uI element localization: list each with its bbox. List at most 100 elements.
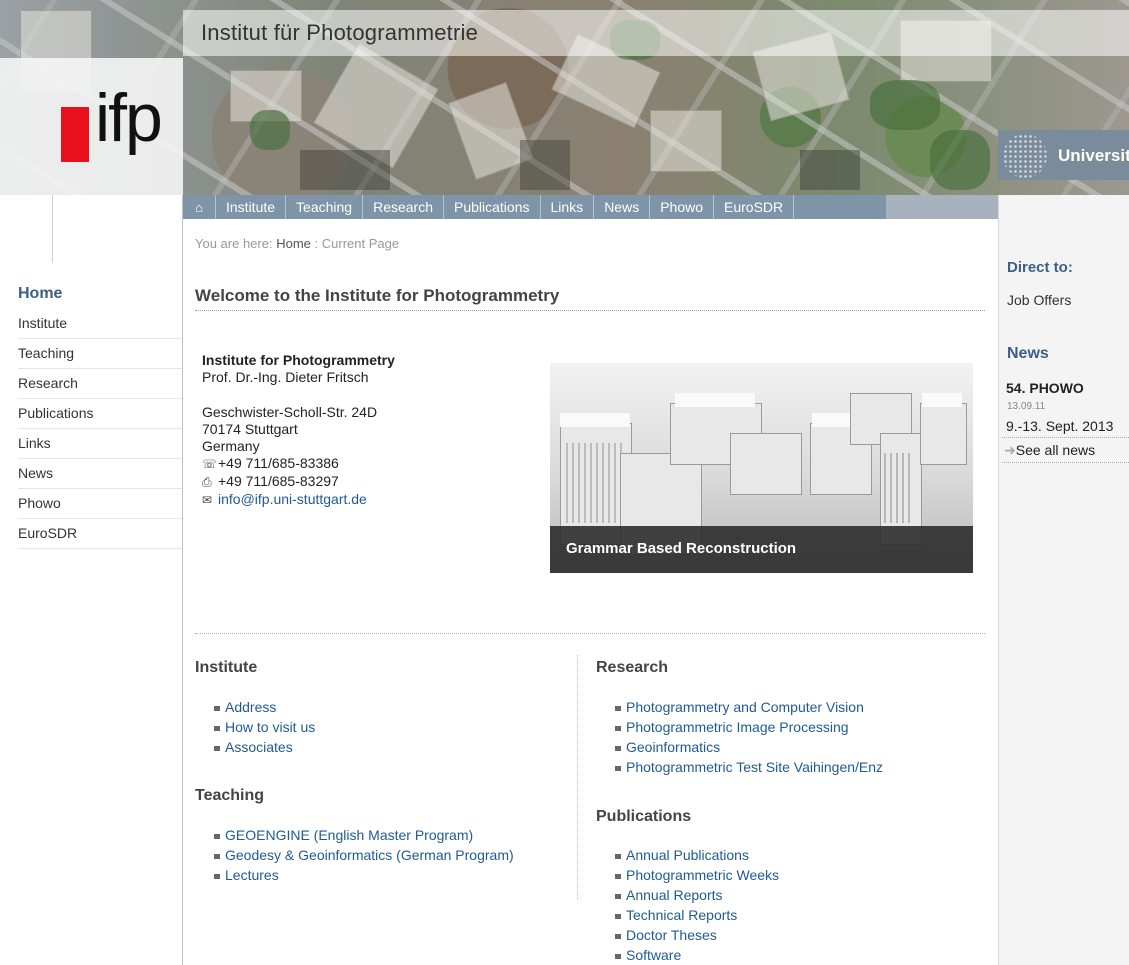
link-doctor-theses[interactable]: Doctor Theses <box>626 927 717 943</box>
link-annual-publications[interactable]: Annual Publications <box>626 847 749 863</box>
right-column <box>999 195 1129 965</box>
topnav-news[interactable]: News <box>594 195 651 219</box>
list-item: Software <box>611 945 779 965</box>
link-geodesy[interactable]: Geodesy & Geoinformatics (German Program… <box>225 847 514 863</box>
list-item: How to visit us <box>210 717 315 737</box>
left-divider <box>52 195 53 263</box>
list-item: Technical Reports <box>611 905 779 925</box>
home-icon[interactable]: ⌂ <box>183 195 216 219</box>
email-link[interactable]: info@ifp.uni-stuttgart.de <box>218 491 367 507</box>
teaching-links: GEOENGINE (English Master Program) Geode… <box>210 825 514 885</box>
top-nav-filler <box>886 195 998 219</box>
list-item: Geodesy & Geoinformatics (German Program… <box>210 845 514 865</box>
job-offers-link[interactable]: Job Offers <box>1007 292 1071 308</box>
logo-ifp[interactable]: ifp <box>95 84 163 152</box>
sidebar-item-research[interactable]: Research <box>18 369 182 399</box>
list-item: Photogrammetry and Computer Vision <box>611 697 883 717</box>
university-emblem-icon <box>1003 134 1047 178</box>
list-item: Associates <box>210 737 315 757</box>
address-phone: +49 711/685-83386 <box>218 455 339 471</box>
main-border-left <box>182 195 183 965</box>
publications-links: Annual Publications Photogrammetric Week… <box>611 845 779 965</box>
see-all-separator <box>1002 462 1129 463</box>
phone-icon: ☏ <box>202 457 218 471</box>
breadcrumb-prefix: You are here: <box>195 236 273 251</box>
address-city: 70174 Stuttgart <box>202 421 298 437</box>
link-test-site[interactable]: Photogrammetric Test Site Vaihingen/Enz <box>626 759 883 775</box>
section-separator <box>195 633 985 634</box>
direct-to-title: Direct to: <box>1007 259 1073 276</box>
institute-links: Address How to visit us Associates <box>210 697 315 757</box>
sidebar-item-links[interactable]: Links <box>18 429 182 459</box>
university-text: Universit <box>1058 146 1129 165</box>
see-all-label: See all news <box>1015 442 1096 458</box>
list-item: GEOENGINE (English Master Program) <box>210 825 514 845</box>
news-item-title[interactable]: 54. PHOWO <box>1006 380 1084 396</box>
section-institute-title: Institute <box>195 659 258 676</box>
list-item: Annual Publications <box>611 845 779 865</box>
list-item: Lectures <box>210 865 514 885</box>
link-geoinformatics[interactable]: Geoinformatics <box>626 739 720 755</box>
link-address[interactable]: Address <box>225 699 276 715</box>
link-technical-reports[interactable]: Technical Reports <box>626 907 737 923</box>
research-links: Photogrammetry and Computer Vision Photo… <box>611 697 883 777</box>
news-separator <box>1002 437 1129 438</box>
list-item: Annual Reports <box>611 885 779 905</box>
fax-icon: ⎙ <box>202 475 212 489</box>
section-research-title: Research <box>596 659 669 676</box>
topnav-publications[interactable]: Publications <box>444 195 541 219</box>
link-geoengine[interactable]: GEOENGINE (English Master Program) <box>225 827 473 843</box>
sidebar-item-phowo[interactable]: Phowo <box>18 489 182 519</box>
logo-red-block <box>61 107 89 162</box>
news-item-date: 13.09.11 <box>1007 401 1046 412</box>
topnav-links[interactable]: Links <box>541 195 595 219</box>
topnav-eurosdr[interactable]: EuroSDR <box>714 195 795 219</box>
feature-image[interactable]: Grammar Based Reconstruction <box>550 363 973 573</box>
link-software[interactable]: Software <box>626 947 681 963</box>
address-fax: +49 711/685-83297 <box>218 473 339 489</box>
feature-caption-bar: Grammar Based Reconstruction <box>550 526 973 573</box>
sidebar-item-institute[interactable]: Institute <box>18 309 182 339</box>
column-separator <box>577 655 578 900</box>
address-person: Prof. Dr.-Ing. Dieter Fritsch <box>202 369 369 385</box>
sidebar-item-teaching[interactable]: Teaching <box>18 339 182 369</box>
address-street: Geschwister-Scholl-Str. 24D <box>202 404 378 420</box>
list-item: Photogrammetric Weeks <box>611 865 779 885</box>
news-item-text: 9.-13. Sept. 2013 <box>1006 418 1114 434</box>
main-border-right <box>998 195 999 965</box>
section-teaching-title: Teaching <box>195 787 265 804</box>
link-image-processing[interactable]: Photogrammetric Image Processing <box>626 719 849 735</box>
section-publications-title: Publications <box>596 808 692 825</box>
link-lectures[interactable]: Lectures <box>225 867 279 883</box>
address-block: Institute for Photogrammetry Prof. Dr.-I… <box>202 352 395 509</box>
list-item: Address <box>210 697 315 717</box>
link-photogrammetry-cv[interactable]: Photogrammetry and Computer Vision <box>626 699 864 715</box>
list-item: Photogrammetric Image Processing <box>611 717 883 737</box>
email-icon: ✉ <box>202 493 213 507</box>
topnav-teaching[interactable]: Teaching <box>286 195 364 219</box>
topnav-research[interactable]: Research <box>363 195 444 219</box>
address-country: Germany <box>202 438 260 454</box>
list-item: Doctor Theses <box>611 925 779 945</box>
sidebar-item-news[interactable]: News <box>18 459 182 489</box>
top-nav: ⌂ Institute Teaching Research Publicatio… <box>183 195 886 219</box>
address-org: Institute for Photogrammetry <box>202 352 395 368</box>
link-how-to-visit[interactable]: How to visit us <box>225 719 315 735</box>
link-photogrammetric-weeks[interactable]: Photogrammetric Weeks <box>626 867 779 883</box>
site-title: Institut für Photogrammetrie <box>201 20 479 45</box>
link-annual-reports[interactable]: Annual Reports <box>626 887 723 903</box>
breadcrumb: You are here: Home : Current Page <box>195 236 399 251</box>
see-all-news-link[interactable]: ➜See all news <box>1004 442 1095 459</box>
sidebar-item-eurosdr[interactable]: EuroSDR <box>18 519 182 549</box>
arrow-right-icon: ➜ <box>1004 442 1016 458</box>
topnav-phowo[interactable]: Phowo <box>650 195 715 219</box>
sidebar-title[interactable]: Home <box>18 285 62 303</box>
sidebar-item-publications[interactable]: Publications <box>18 399 182 429</box>
breadcrumb-home-link[interactable]: Home <box>276 236 311 251</box>
list-item: Geoinformatics <box>611 737 883 757</box>
link-associates[interactable]: Associates <box>225 739 293 755</box>
list-item: Photogrammetric Test Site Vaihingen/Enz <box>611 757 883 777</box>
page-title: Welcome to the Institute for Photogramme… <box>195 286 985 311</box>
feature-caption: Grammar Based Reconstruction <box>566 540 797 557</box>
topnav-institute[interactable]: Institute <box>216 195 287 219</box>
